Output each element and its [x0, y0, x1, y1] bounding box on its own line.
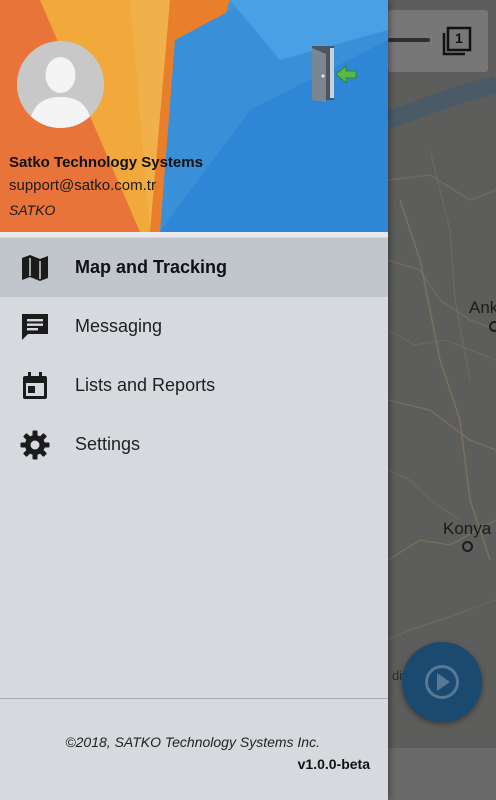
menu-item-label: Messaging [75, 316, 163, 336]
calendar-icon [23, 372, 47, 399]
user-email: support@satko.com.tr [9, 177, 156, 194]
play-button[interactable] [402, 642, 482, 722]
copyright-text: ©2018, SATKO Technology Systems Inc. [65, 734, 320, 750]
map-bottom-panel [388, 748, 496, 800]
city-label: Ank [469, 298, 496, 317]
version-label: v1.0.0-beta [297, 756, 370, 772]
menu-item-messaging[interactable]: Messaging [0, 297, 388, 356]
city-marker [489, 321, 496, 332]
header-divider [0, 232, 388, 237]
drawer-header: Satko Technology Systems support@satko.c… [0, 0, 388, 232]
footer-divider [0, 698, 388, 699]
map-slider[interactable] [388, 38, 430, 42]
menu-item-label: Lists and Reports [75, 375, 216, 395]
menu-item-label: Settings [75, 434, 141, 454]
layers-badge: 1 [455, 30, 463, 46]
menu-item-settings[interactable]: Settings [0, 415, 388, 474]
menu-item-lists-and-reports[interactable]: Lists and Reports [0, 356, 388, 415]
city-label: Konya [443, 519, 492, 538]
user-name: Satko Technology Systems [9, 154, 203, 171]
gear-icon [20, 430, 50, 460]
layers-button[interactable]: 1 [440, 24, 474, 58]
menu-item-label: Map and Tracking [75, 257, 228, 277]
city-marker [462, 541, 473, 552]
map-icon [22, 255, 48, 281]
avatar-icon [17, 41, 104, 128]
drawer-menu: Map and Tracking Messaging Lists and Rep… [0, 238, 388, 474]
logout-door-icon [312, 46, 357, 102]
message-icon [22, 314, 48, 340]
logout-button[interactable] [306, 44, 358, 104]
user-company: SATKO [9, 202, 56, 218]
navigation-drawer: Satko Technology Systems support@satko.c… [0, 0, 388, 800]
user-avatar[interactable] [17, 41, 104, 128]
menu-item-map-and-tracking[interactable]: Map and Tracking [0, 238, 388, 297]
